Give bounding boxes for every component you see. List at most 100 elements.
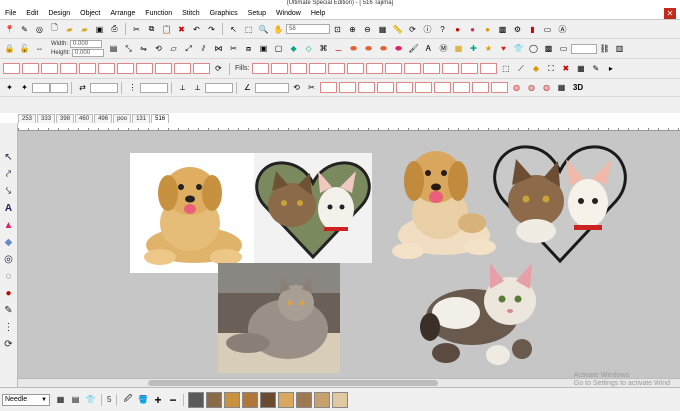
scale-icon[interactable]: ⤡ <box>122 42 135 55</box>
spacing-field[interactable] <box>32 82 50 93</box>
menu-arrange[interactable]: Arrange <box>105 7 140 20</box>
fill-option-icon[interactable]: ⬚ <box>499 62 512 75</box>
globe-icon[interactable]: ◍ <box>510 81 523 94</box>
star-icon[interactable]: ★ <box>482 42 495 55</box>
ruler-icon[interactable]: 📏 <box>391 23 404 36</box>
print-icon[interactable]: ⎙ <box>108 23 121 36</box>
fill-style-8[interactable] <box>385 63 403 74</box>
color-fill-icon[interactable]: ▲ <box>2 218 16 232</box>
tab-398[interactable]: 398 <box>56 114 75 123</box>
chain-icon[interactable]: ⛓ <box>598 42 611 55</box>
preview-icon[interactable]: ▭ <box>541 23 554 36</box>
pull-field[interactable] <box>90 82 118 93</box>
lettering-icon[interactable]: A <box>2 201 16 215</box>
outline-style-7[interactable] <box>434 82 451 93</box>
fill-style-2[interactable] <box>271 63 289 74</box>
fill-style-12[interactable] <box>461 63 479 74</box>
needle-icon[interactable]: ✎ <box>18 23 31 36</box>
tie-field[interactable] <box>205 82 233 93</box>
fill-style-6[interactable] <box>347 63 365 74</box>
spiral-icon[interactable]: ◍ <box>540 81 553 94</box>
color-wheel-icon[interactable]: ● <box>481 23 494 36</box>
paste-icon[interactable]: 📋 <box>160 23 173 36</box>
copy-icon[interactable]: ⧉ <box>145 23 158 36</box>
fill-edit-icon[interactable]: ✎ <box>589 62 602 75</box>
align-icon[interactable]: ▤ <box>107 42 120 55</box>
thread-list-icon[interactable]: ▤ <box>69 393 82 406</box>
fill-pattern-icon[interactable]: ▦ <box>574 62 587 75</box>
bucket-icon[interactable]: 🪣 <box>136 393 149 406</box>
menu-window[interactable]: Window <box>271 7 306 20</box>
underlay-field[interactable] <box>140 82 168 93</box>
thread-swatch[interactable] <box>188 391 205 408</box>
menu-graphics[interactable]: Graphics <box>205 7 243 20</box>
palette-icon[interactable]: ● <box>466 23 479 36</box>
angle-icon[interactable]: ∠ <box>241 81 254 94</box>
fill-more-icon[interactable]: ▸ <box>604 62 617 75</box>
stitch-style-1[interactable] <box>3 63 20 74</box>
stitch-style-6[interactable] <box>98 63 115 74</box>
thread-swatch[interactable] <box>224 391 241 408</box>
monogram-tool-icon[interactable]: Ⓜ <box>437 42 450 55</box>
help-icon[interactable]: ? <box>436 23 449 36</box>
curve-icon[interactable]: ⟳ <box>212 62 225 75</box>
split-icon[interactable]: ⫽ <box>197 42 210 55</box>
fill-icon[interactable]: ⬬ <box>347 42 360 55</box>
tab-516[interactable]: 516 <box>151 114 170 123</box>
embroidered-dog[interactable] <box>386 139 502 263</box>
eyedropper-icon[interactable]: 🖉 <box>121 393 134 406</box>
ungroup-icon[interactable]: ▢ <box>272 42 285 55</box>
thread-swatch[interactable] <box>314 391 331 408</box>
motif-icon[interactable]: ⬬ <box>377 42 390 55</box>
fill-color-icon[interactable]: ◆ <box>529 62 542 75</box>
weld-icon[interactable]: ⋈ <box>212 42 225 55</box>
satin-icon[interactable]: ⚊ <box>332 42 345 55</box>
fill-style-10[interactable] <box>423 63 441 74</box>
zoom-fit-icon[interactable]: ⊡ <box>331 23 344 36</box>
scrollbar-thumb[interactable] <box>148 380 438 386</box>
applique-icon[interactable]: ⬬ <box>392 42 405 55</box>
stitch-style-8[interactable] <box>136 63 153 74</box>
stitch-style-9[interactable] <box>155 63 172 74</box>
magnify-icon[interactable]: 🔍 <box>257 23 270 36</box>
stitch-edit-icon[interactable]: ⤥ <box>2 184 16 198</box>
density-icon[interactable]: ✦ <box>3 81 16 94</box>
trim-jump-icon[interactable]: ✂ <box>305 81 318 94</box>
outline-style-10[interactable] <box>491 82 508 93</box>
outline-style-6[interactable] <box>415 82 432 93</box>
rings-icon[interactable]: ◍ <box>525 81 538 94</box>
thread-chart-icon[interactable]: ● <box>451 23 464 36</box>
embroidered-cat[interactable] <box>416 257 546 377</box>
arrange-icon[interactable]: ⧈ <box>242 42 255 55</box>
spacing-icon[interactable]: ✦ <box>18 81 31 94</box>
node-icon[interactable]: ◆ <box>287 42 300 55</box>
stitch-style-7[interactable] <box>117 63 134 74</box>
underlay-icon[interactable]: ⋮ <box>126 81 139 94</box>
open-recent-icon[interactable]: ▰ <box>78 23 91 36</box>
new-file-icon[interactable]: 🗋 <box>48 23 61 36</box>
fabric-icon[interactable]: ▩ <box>496 23 509 36</box>
outline-style-5[interactable] <box>396 82 413 93</box>
outline-style-9[interactable] <box>472 82 489 93</box>
save-icon[interactable]: ▣ <box>93 23 106 36</box>
shirt-color-icon[interactable]: 👕 <box>84 393 97 406</box>
dot-icon[interactable]: ● <box>2 286 16 300</box>
run-icon[interactable]: ⬬ <box>362 42 375 55</box>
tie-in-icon[interactable]: ⟂ <box>176 81 189 94</box>
trim-icon[interactable]: ✂ <box>227 42 240 55</box>
thread-swatch[interactable] <box>296 391 313 408</box>
fill-style-3[interactable] <box>290 63 308 74</box>
monogram-icon[interactable]: Ⓐ <box>556 23 569 36</box>
hoop-select-icon[interactable]: ⬚ <box>242 23 255 36</box>
outline-icon[interactable]: ◇ <box>302 42 315 55</box>
stitch-style-10[interactable] <box>174 63 191 74</box>
outline-style-3[interactable] <box>358 82 375 93</box>
rotate-view-icon[interactable]: ⟳ <box>2 337 16 351</box>
fill-clear-icon[interactable]: ✖ <box>559 62 572 75</box>
fill-style-1[interactable] <box>252 63 270 74</box>
freehand-icon[interactable]: ✎ <box>2 303 16 317</box>
heart-tool-icon[interactable]: ♥ <box>497 42 510 55</box>
shape-icon[interactable]: ◆ <box>2 235 16 249</box>
menu-help[interactable]: Help <box>306 7 330 20</box>
tab-333[interactable]: 333 <box>37 114 56 123</box>
